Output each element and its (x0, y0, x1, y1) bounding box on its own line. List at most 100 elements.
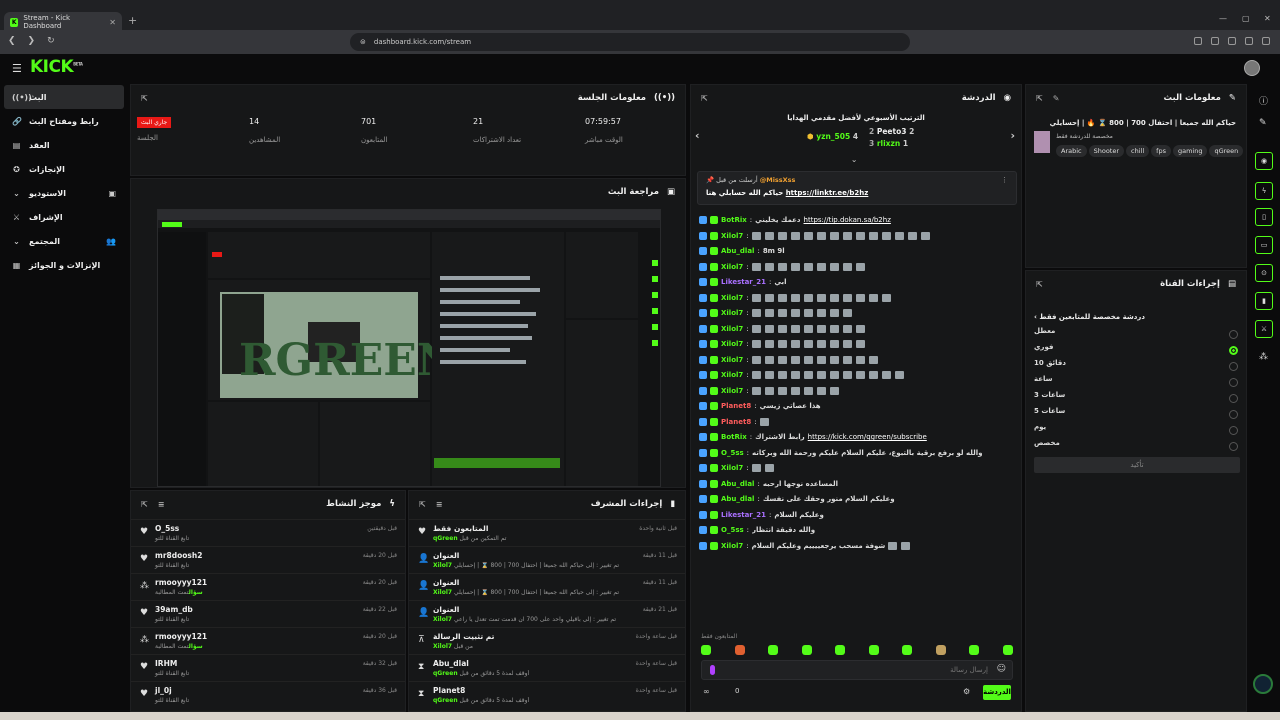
rail-button-clip[interactable]: ▯ (1255, 208, 1273, 226)
radio-button[interactable] (1229, 346, 1238, 355)
extension-icon[interactable] (1211, 37, 1219, 45)
sidebar-item-stream-key[interactable]: 🔗 رابط ومفتاح البث (4, 109, 124, 133)
collapse-icon[interactable]: ⌄ (851, 155, 857, 164)
chevron-right-icon[interactable]: › (1010, 129, 1015, 142)
chat-username[interactable]: Likestar_21 (721, 278, 766, 286)
send-chat-button[interactable]: الدردشة (983, 685, 1011, 700)
tag-chip[interactable]: Arabic (1056, 145, 1087, 157)
gear-icon[interactable]: ⚙ (963, 687, 970, 696)
chat-username[interactable]: Xilol7 (721, 371, 743, 379)
site-info-icon[interactable]: ⊜ (360, 38, 366, 46)
filter-icon[interactable]: ≡ (436, 500, 443, 509)
sidebar-item-drops[interactable]: ▦ الإنزالات و الجوائز (4, 253, 124, 277)
item-name[interactable]: IRHM (155, 659, 177, 668)
emote-icon[interactable] (701, 645, 711, 655)
mic-icon[interactable] (710, 665, 715, 675)
popout-icon[interactable]: ⇱ (141, 94, 148, 103)
chat-username[interactable]: Xilol7 (721, 232, 743, 240)
chat-username[interactable]: Planet8 (721, 402, 751, 410)
radio-button[interactable] (1229, 410, 1238, 419)
back-icon[interactable]: ❮ (8, 36, 16, 46)
emote-icon[interactable] (734, 645, 745, 655)
rail-button-camera[interactable]: ◉ (1255, 152, 1273, 170)
maximize-icon[interactable]: ▢ (1242, 14, 1250, 23)
menu-icon[interactable] (1262, 37, 1270, 45)
chat-username[interactable]: Xilol7 (721, 464, 743, 472)
tag-chip[interactable]: fps (1151, 145, 1171, 157)
back-row[interactable]: ‹ دردشة مخصصة للمتابعين فقط (1034, 313, 1145, 321)
extension-icon[interactable] (1194, 37, 1202, 45)
chat-link[interactable]: https://tip.dokan.sa/b2hz (804, 216, 891, 224)
chat-username[interactable]: Xilol7 (721, 263, 743, 271)
popout-icon[interactable]: ⇱ (1036, 280, 1043, 289)
emote-icon[interactable] (969, 645, 980, 655)
rail-button-broadcast[interactable]: ⊙ (1255, 264, 1273, 282)
item-name[interactable]: العنوان (433, 578, 459, 587)
chat-username[interactable]: O_5ss (721, 449, 744, 457)
edit-icon[interactable]: ✎ (1259, 118, 1267, 128)
tag-chip[interactable]: qGreen (1209, 145, 1244, 157)
chat-input[interactable]: إرسال رسالة ☺ (701, 660, 1013, 680)
apply-button[interactable]: تأكيد (1034, 457, 1240, 473)
chat-username[interactable]: O_5ss (721, 526, 744, 534)
chat-link[interactable]: https://kick.com/qgreen/subscribe (808, 433, 927, 441)
chat-username[interactable]: Xilol7 (721, 294, 743, 302)
browser-tab[interactable]: K Stream - Kick Dashboard ✕ (4, 12, 122, 32)
chevron-left-icon[interactable]: ‹ (1034, 313, 1037, 321)
tag-chip[interactable]: Shooter (1088, 145, 1125, 157)
emote-icon[interactable] (1002, 645, 1013, 655)
radio-button[interactable] (1229, 378, 1238, 387)
item-name[interactable]: المتابعون فقط (433, 524, 488, 533)
edit-icon[interactable]: ✎ (1053, 94, 1060, 103)
sidebar-item-achievements[interactable]: ✪ الإنجازات (4, 157, 124, 181)
duration-option[interactable]: معطل (1034, 327, 1238, 343)
info-icon[interactable]: ⓘ (1259, 94, 1268, 107)
chat-username[interactable]: BotRix (721, 216, 747, 224)
item-name[interactable]: تم تثبيت الرسالة (433, 632, 494, 641)
item-name[interactable]: العنوان (433, 605, 459, 614)
kick-logo[interactable]: KICKBETA (30, 57, 83, 77)
pinned-link[interactable]: https://linktr.ee/b2hz (786, 189, 869, 197)
rail-button-shield[interactable]: ▮ (1255, 292, 1273, 310)
radio-button[interactable] (1229, 362, 1238, 371)
new-tab-button[interactable]: + (128, 14, 137, 27)
reload-icon[interactable]: ↻ (47, 36, 55, 46)
forward-icon[interactable]: ❯ (28, 36, 36, 46)
item-name[interactable]: rmooyyy121 (155, 578, 207, 587)
minimize-icon[interactable]: — (1219, 14, 1227, 23)
duration-option[interactable]: يوم (1034, 423, 1238, 439)
item-name[interactable]: O_5ss (155, 524, 179, 533)
community-icon[interactable]: ⁂ (1259, 352, 1268, 362)
rail-button-bolt[interactable]: ϟ (1255, 182, 1273, 200)
close-tab-icon[interactable]: ✕ (109, 18, 116, 27)
sidebar-icon[interactable] (1228, 37, 1236, 45)
emote-icon[interactable] (868, 645, 879, 655)
stream-video-preview[interactable]: RGREEN (157, 209, 661, 487)
rail-button-chat[interactable]: ▭ (1255, 236, 1273, 254)
popout-icon[interactable]: ⇱ (701, 94, 708, 103)
chat-username[interactable]: Xilol7 (721, 356, 743, 364)
duration-option[interactable]: 10 دقائق (1034, 359, 1238, 375)
duration-option[interactable]: مخصص (1034, 439, 1238, 455)
emoji-icon[interactable]: ☺ (997, 664, 1006, 674)
chat-username[interactable]: Abu_dlal (721, 495, 754, 503)
emote-icon[interactable] (801, 645, 812, 655)
chat-username[interactable]: Xilol7 (721, 542, 743, 550)
duration-option[interactable]: 3 ساعات (1034, 391, 1238, 407)
chat-username[interactable]: Abu_dlal (721, 247, 754, 255)
item-name[interactable]: rmooyyy121 (155, 632, 207, 641)
item-name[interactable]: Planet8 (433, 686, 465, 695)
chat-username[interactable]: Xilol7 (721, 387, 743, 395)
close-window-icon[interactable]: ✕ (1264, 14, 1271, 23)
wallet-icon[interactable] (1245, 37, 1253, 45)
radio-button[interactable] (1229, 394, 1238, 403)
chat-username[interactable]: Abu_dlal (721, 480, 754, 488)
sidebar-item-moderation[interactable]: ⚔ الإشراف (4, 205, 124, 229)
radio-button[interactable] (1229, 330, 1238, 339)
popout-icon[interactable]: ⇱ (419, 500, 426, 509)
item-name[interactable]: Abu_dlal (433, 659, 469, 668)
emote-icon[interactable] (835, 645, 846, 655)
chevron-left-icon[interactable]: ‹ (695, 129, 700, 142)
sidebar-item-community[interactable]: ⌄ المجتمع 👥 (4, 229, 124, 253)
unpin-icon[interactable]: ⋮ (1001, 176, 1008, 184)
